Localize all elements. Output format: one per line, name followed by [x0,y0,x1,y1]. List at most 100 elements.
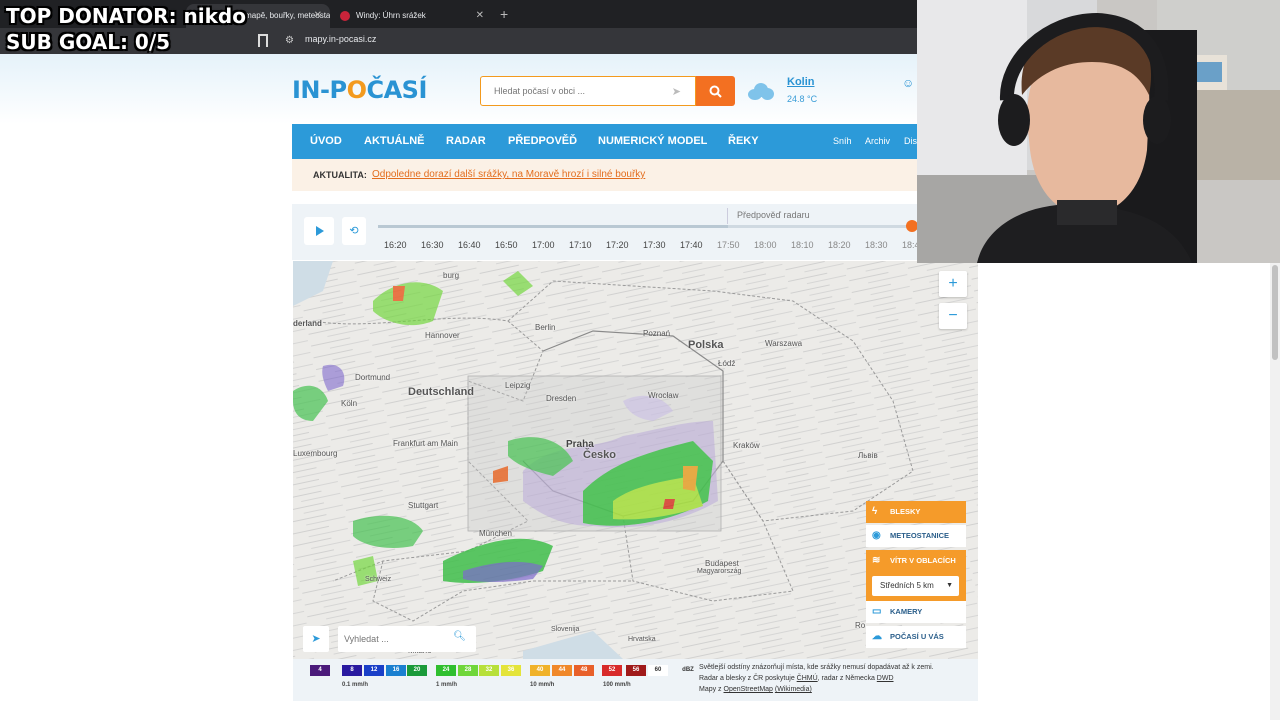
timeline-time-label[interactable]: 16:40 [458,240,481,250]
stream-sub-goal: SUB GOAL: 0/5 [6,30,171,54]
map-label-lodz: Łódź [718,359,736,368]
wikimedia-link[interactable]: (Wikimedia) [775,686,812,693]
forecast-label: Předpověď radaru [737,210,810,220]
nav-predpoved[interactable]: PŘEDPOVĚĎ [508,124,577,159]
layer-blesky[interactable]: ϟ BLESKY [866,501,966,523]
layer-vitr[interactable]: ≋ VÍTR V OBLACÍCH [866,550,966,572]
site-settings-icon[interactable]: ⚙ [285,35,296,46]
dwd-link[interactable]: DWD [877,675,894,682]
legend-note: Světlejší odstíny znázorňují místa, kde … [699,664,934,671]
nav-radar[interactable]: RADAR [446,124,486,159]
altitude-select[interactable]: Středních 5 km ▼ [872,576,959,596]
map-search: 🔍︎ [338,626,476,652]
scrollbar-thumb[interactable] [1272,265,1278,360]
zoom-out-button[interactable]: − [939,303,967,329]
map-label-hannover: Hannover [425,331,460,340]
timeline-time-label[interactable]: 16:30 [421,240,444,250]
logo-sun-icon: O [346,76,367,104]
page-scrollbar[interactable] [1270,263,1280,720]
map-label-hrvatska: Hrvatska [628,636,656,643]
osm-link[interactable]: OpenStreetMap [724,686,773,693]
legend-map-note: Mapy z OpenStreetMap (Wikimedia) [699,686,812,693]
main-navigation: ÚVOD AKTUÁLNĚ RADAR PŘEDPOVĚĎ NUMERICKÝ … [292,124,917,159]
zoom-in-button[interactable]: + [939,271,967,297]
news-label: AKTUALITA: [313,170,367,180]
altitude-value: Středních 5 km [880,581,934,590]
map-label-nederland: derland [293,319,322,328]
legend-unit: 10 mm/h [530,682,555,688]
nav-aktualne[interactable]: AKTUÁLNĚ [364,124,425,159]
station-icon: ◉ [872,530,881,541]
map-search-icon[interactable]: 🔍︎ [453,631,466,642]
legend-source-note: Radar a blesky z ČR poskytuje ČHMÚ, rada… [699,675,894,682]
close-tab-icon[interactable]: ✕ [314,4,322,28]
nav-reky[interactable]: ŘEKY [728,124,759,159]
legend-swatch: 56 [626,665,646,676]
map-label-dresden: Dresden [546,394,577,403]
timeline-time-label[interactable]: 17:40 [680,240,703,250]
legend-swatch: 8 [342,665,362,676]
locate-icon[interactable]: ➤ [672,85,681,98]
user-icon[interactable]: ☺ [902,76,914,90]
timeline-time-label[interactable]: 18:00 [754,240,777,250]
tab-windy[interactable]: Windy: Úhrn srážek ✕ [332,4,492,28]
new-tab-icon[interactable]: + [500,4,508,24]
loop-icon[interactable]: ⟲ [342,217,366,245]
map-label-leipzig: Leipzig [505,381,531,390]
map-locate-icon[interactable]: ➤ [303,626,329,652]
map-label-warszawa: Warszawa [765,339,803,348]
timeline-time-label[interactable]: 17:50 [717,240,740,250]
stream-top-donator: TOP DONATOR: nikdo [6,4,246,28]
timeline-time-label[interactable]: 16:50 [495,240,518,250]
timeline-time-label[interactable]: 17:00 [532,240,555,250]
city-search-input[interactable] [481,77,661,105]
timeline-time-label[interactable]: 17:10 [569,240,592,250]
timeline-time-label[interactable]: 16:20 [384,240,407,250]
site-logo[interactable]: IN-POČASÍ [292,76,427,104]
legend-swatch: 52 [602,665,622,676]
layer-kamery[interactable]: ▭ KAMERY [866,601,966,623]
chmu-link[interactable]: ČHMÚ [797,675,818,682]
map-label-schweiz: Schweiz [365,576,392,583]
timeline-time-label[interactable]: 17:30 [643,240,666,250]
news-banner: AKTUALITA: Odpoledne dorazí další srážky… [292,159,917,191]
timeline-time-label[interactable]: 18:20 [828,240,851,250]
altitude-select-wrap: Středních 5 km ▼ [866,571,966,603]
timeline-time-label[interactable]: 17:20 [606,240,629,250]
map-label-dortmund: Dortmund [355,373,391,382]
search-icon [709,85,722,98]
map-label-polska: Polska [688,339,724,351]
legend-swatch: 20 [407,665,427,676]
timeline-track[interactable] [378,225,918,228]
nav-snih[interactable]: Sníh [833,124,852,159]
url-text[interactable]: mapy.in-pocasi.cz [305,34,376,44]
nav-archiv[interactable]: Archiv [865,124,890,159]
bookmark-icon[interactable] [258,34,268,47]
nav-uvod[interactable]: ÚVOD [310,124,342,159]
play-button[interactable] [304,217,334,245]
logo-text-2: ČASÍ [366,76,427,104]
legend-unit-dbz: dBZ [682,667,694,673]
layer-meteostanice[interactable]: ◉ METEOSTANICE [866,525,966,547]
wind-icon: ≋ [872,555,881,566]
legend-unit: 100 mm/h [603,682,631,688]
layer-label: METEOSTANICE [890,531,950,540]
forecast-divider [727,208,728,224]
city-search: ➤ [480,76,696,106]
map-label-slovenija: Slovenija [551,626,580,633]
map-label-wroclaw: Wrocław [648,391,679,400]
timeline-time-label[interactable]: 18:30 [865,240,888,250]
news-link[interactable]: Odpoledne dorazí další srážky, na Moravě… [372,169,645,180]
search-button[interactable] [696,76,735,106]
current-city-link[interactable]: Kolin [787,76,815,88]
map-label-budapest: Budapest [705,559,739,568]
nav-dis[interactable]: Dis [904,124,917,159]
radar-timeline: ⟲ Předpověď radaru 16:20 16:30 16:40 16:50 1… [292,204,920,260]
note-text: Radar a blesky z ČR poskytuje [699,675,797,682]
legend-swatch: 24 [436,665,456,676]
layer-pocasi[interactable]: ☁ POČASÍ U VÁS [866,626,966,648]
nav-numericky-model[interactable]: NUMERICKÝ MODEL [598,124,707,159]
timeline-time-label[interactable]: 18:10 [791,240,814,250]
map-search-input[interactable] [338,626,448,652]
close-tab-icon[interactable]: ✕ [476,4,484,28]
